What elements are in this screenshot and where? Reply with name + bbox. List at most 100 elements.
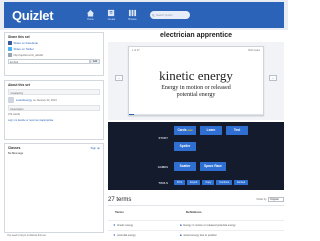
embed-set-button[interactable]: Embed [234, 180, 249, 185]
scatter-button[interactable]: Scatter [174, 162, 196, 171]
definitions-column-header: Definitions [186, 210, 202, 214]
browse-icon [128, 9, 137, 17]
share-twitter-label: Share on Twitter [13, 47, 34, 51]
discuss-note[interactable]: You need to log in to discuss this set. [7, 234, 46, 237]
table-row: ★ potential energy ■ stored energy due to … [108, 230, 284, 239]
sort-control: Order by Original [256, 197, 284, 202]
term-text: kinetic energy [117, 223, 134, 227]
share-panel: Share this set Share on Facebook Share o… [4, 32, 104, 76]
created-date: on January 22, 2013 [33, 98, 57, 102]
print-button[interactable]: Print [174, 180, 186, 185]
classes-title: Classes [8, 146, 21, 150]
games-row: GAMES Scatter Space Race [108, 162, 284, 171]
learn-button[interactable]: Learn [200, 126, 222, 135]
nav-browse[interactable]: Browse [124, 9, 141, 21]
share-title: Share this set [8, 35, 30, 39]
cards-button[interactable]: Cardsnew [174, 126, 196, 135]
about-panel: About this set Created by LearnEnergy on… [4, 80, 104, 140]
header: Quizlet Home Create Browse Search Quizle… [4, 2, 284, 28]
set-title: electrician apprentice [160, 32, 232, 39]
quizlet-logo[interactable]: Quizlet [12, 8, 82, 23]
card-definition: Energy in motion or released potential e… [161, 85, 231, 98]
definition-text: stored energy due to position [183, 233, 217, 237]
copy-button[interactable]: Copy [202, 180, 215, 185]
games-label: GAMES [157, 164, 168, 169]
classes-header: Classes Sign up [8, 146, 100, 150]
prev-card-button[interactable]: ‹ [115, 75, 123, 81]
create-icon [107, 9, 115, 17]
audio-icon[interactable]: ■ [180, 223, 182, 227]
share-facebook[interactable]: Share on Facebook [8, 41, 100, 45]
terms-column-header: Terms [115, 210, 124, 214]
nav-create-label: Create [107, 18, 116, 21]
search-placeholder: Search Quizlet [156, 13, 173, 17]
next-card-button[interactable]: › [269, 75, 277, 81]
share-twitter[interactable]: Share on Twitter [8, 47, 100, 51]
space-race-button[interactable]: Space Race [200, 162, 226, 171]
table-row: ★ kinetic energy ■ Energy in motion or rel… [108, 220, 284, 229]
audio-icon[interactable]: ■ [180, 233, 182, 237]
description-label: Description [10, 108, 24, 111]
card-toolbar: 1 of 27 Both sides [129, 47, 263, 54]
terms-count: 27 terms [108, 196, 132, 203]
test-button[interactable]: Test [226, 126, 248, 135]
embed-button[interactable]: Add [90, 59, 100, 64]
study-label: STUDY [158, 136, 168, 140]
definition-text: Energy in motion or released potential e… [183, 223, 236, 227]
card-term: kinetic energy [159, 68, 233, 83]
creator-link[interactable]: LearnEnergy [16, 98, 32, 102]
term-text: potential energy [117, 233, 136, 237]
search-input[interactable]: Search Quizlet [150, 11, 190, 19]
created-by-label: Created by [10, 92, 24, 95]
terms-header: 27 terms Order by Original [108, 194, 284, 206]
classes-action[interactable]: Sign up [91, 146, 101, 150]
study-label-row: STUDY [108, 136, 284, 140]
definition-cell: ■ stored energy due to position [180, 233, 217, 237]
star-icon[interactable]: ★ [113, 223, 116, 227]
share-link[interactable]: http://quizlet.com/_abcdef [8, 53, 100, 57]
classes-panel: Classes Sign up No Message [4, 143, 104, 233]
flashcard-area: ‹ › 1 of 27 Both sides kinetic energy En… [108, 42, 284, 120]
embed-label: Embed [10, 61, 19, 64]
facebook-icon [8, 41, 12, 45]
search-icon [152, 13, 155, 17]
card-progress [129, 114, 263, 115]
home-icon [86, 9, 95, 17]
nav-create[interactable]: Create [103, 9, 120, 21]
nav-home[interactable]: Home [82, 9, 99, 21]
new-badge: new [187, 129, 193, 132]
nav-browse-label: Browse [128, 18, 137, 21]
avatar [8, 97, 14, 103]
study-row-1: Cardsnew Learn Test [108, 126, 284, 135]
card-side-toggle[interactable]: Both sides [248, 49, 260, 52]
top-bar: Quizlet Home Create Browse Search Quizle… [0, 0, 288, 30]
speller-button[interactable]: Speller [174, 142, 196, 151]
cards-label: Cards [177, 128, 187, 132]
sort-select[interactable]: Original [268, 197, 284, 202]
signin-note[interactable]: Log in to favorite or report an inapprop… [8, 119, 100, 122]
tools-row: TOOLS Print Export Copy Combine Embed [108, 180, 284, 185]
link-icon [8, 53, 12, 57]
term-cell: ★ kinetic energy [108, 223, 180, 227]
classes-item: No Message [8, 152, 24, 155]
embed-field[interactable]: Embed [8, 59, 90, 64]
tools-label: TOOLS [158, 180, 168, 185]
combine-button[interactable]: Combine [216, 180, 233, 185]
star-icon[interactable]: ★ [113, 233, 116, 237]
twitter-icon [8, 47, 12, 51]
term-cell: ★ potential energy [108, 233, 180, 237]
created-by-field: Created by [8, 89, 100, 95]
description-field: Description [8, 105, 100, 111]
card-progress-fill [129, 114, 135, 115]
embed-row: Embed Add [8, 59, 100, 64]
nav-home-label: Home [87, 18, 94, 21]
flashcard[interactable]: 1 of 27 Both sides kinetic energy Energy… [128, 46, 264, 116]
creator-row: LearnEnergy on January 22, 2013 [8, 97, 100, 103]
share-link-url: http://quizlet.com/_abcdef [13, 53, 44, 57]
study-row-2: Speller [108, 142, 284, 151]
about-title: About this set [8, 83, 30, 87]
card-counter: 1 of 27 [132, 49, 140, 52]
export-button[interactable]: Export [187, 180, 201, 185]
share-facebook-label: Share on Facebook [13, 41, 38, 45]
definition-cell: ■ Energy in motion or released potential … [180, 223, 236, 227]
